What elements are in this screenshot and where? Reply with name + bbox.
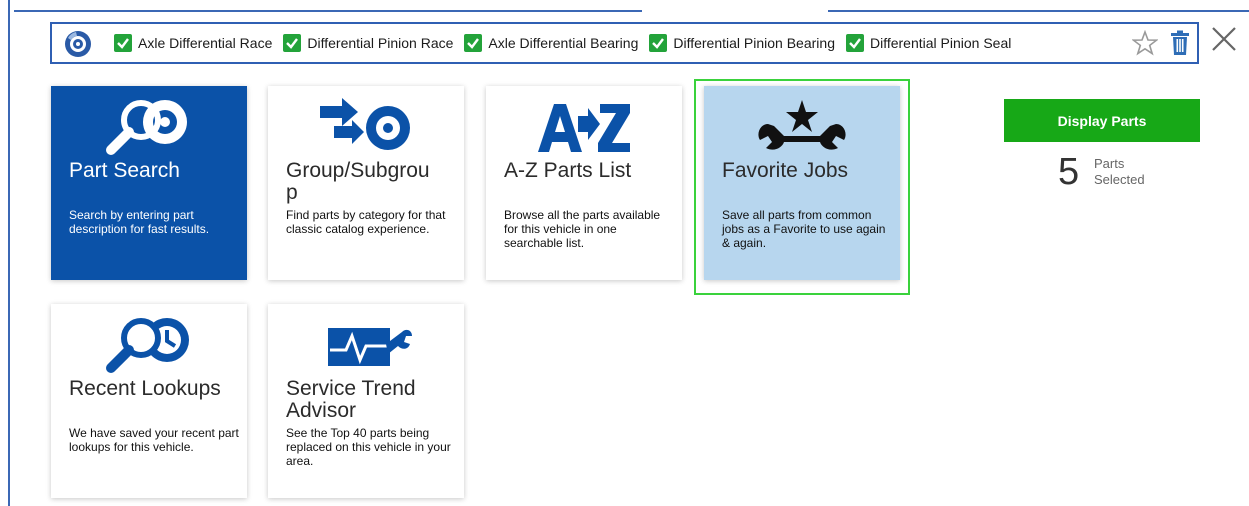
a-z-parts-list-card[interactable]: A-Z Parts List Browse all the parts avai… (486, 86, 682, 280)
card-title: Service Trend Advisor (286, 377, 416, 422)
card-title: A-Z Parts List (504, 159, 632, 182)
service-trend-advisor-card[interactable]: Service Trend Advisor See the Top 40 par… (268, 304, 464, 498)
part-chip-label: Axle Differential Race (138, 35, 273, 51)
card-description: Browse all the parts available for this … (504, 208, 661, 250)
magnifier-clock-icon (106, 318, 189, 373)
magnifier-rotor-icon (106, 100, 187, 155)
parts-count: 5 (1058, 151, 1080, 193)
part-chip[interactable]: Differential Pinion Seal (845, 34, 1012, 52)
parts-selected-label: Parts Selected (1094, 156, 1145, 187)
card-title: Favorite Jobs (722, 159, 849, 182)
checkbox-checked-icon[interactable] (845, 34, 864, 52)
part-chip-label: Differential Pinion Seal (869, 35, 1012, 51)
checkbox-checked-icon[interactable] (114, 34, 132, 52)
pulse-wrench-icon (328, 328, 412, 366)
favorite-jobs-card[interactable]: Favorite Jobs Save all parts from common… (704, 86, 900, 280)
card-title: Recent Lookups (69, 377, 221, 400)
window-top-border-left (14, 10, 642, 12)
trash-icon[interactable] (1170, 30, 1190, 56)
card-title: Part Search (69, 159, 180, 182)
card-description: We have saved your recent part lookups f… (69, 426, 239, 454)
part-chip-label: Differential Pinion Race (307, 35, 454, 51)
card-description: Search by entering part description for … (69, 208, 210, 236)
part-chip[interactable]: Axle Differential Race (114, 34, 272, 52)
part-chip[interactable]: Differential Pinion Bearing (649, 34, 835, 52)
part-chip-label: Axle Differential Bearing (488, 35, 639, 51)
display-parts-button[interactable]: Display Parts (1004, 99, 1200, 142)
arrow-rotor-icon (320, 98, 410, 150)
window-top-border-right (828, 10, 1249, 12)
selected-parts-bar: Axle Differential Race Differential Pini… (50, 22, 1199, 64)
selected-parts-list: Axle Differential Race Differential Pini… (114, 24, 1011, 62)
close-icon[interactable] (1209, 24, 1239, 54)
recent-lookups-card[interactable]: Recent Lookups We have saved your recent… (51, 304, 247, 498)
part-search-card[interactable]: Part Search Search by entering part desc… (51, 86, 247, 280)
wrench-star-icon (758, 100, 846, 150)
brake-rotor-logo-icon (65, 31, 91, 57)
part-chip-label: Differential Pinion Bearing (673, 35, 835, 51)
a-to-z-icon (538, 104, 630, 152)
part-chip[interactable]: Differential Pinion Race (283, 34, 453, 52)
checkbox-checked-icon[interactable] (283, 34, 302, 52)
card-description: Find parts by category for that classic … (286, 208, 446, 236)
checkbox-checked-icon[interactable] (649, 34, 668, 52)
window-left-border (8, 0, 10, 506)
card-title: Group/Subgrou p (286, 159, 430, 204)
group-subgroup-card[interactable]: Group/Subgrou p Find parts by category f… (268, 86, 464, 280)
checkbox-checked-icon[interactable] (464, 34, 483, 52)
card-description: See the Top 40 parts being replaced on t… (286, 426, 451, 468)
part-chip[interactable]: Axle Differential Bearing (464, 34, 638, 52)
star-icon[interactable] (1132, 30, 1158, 56)
card-description: Save all parts from common jobs as a Fav… (722, 208, 886, 250)
